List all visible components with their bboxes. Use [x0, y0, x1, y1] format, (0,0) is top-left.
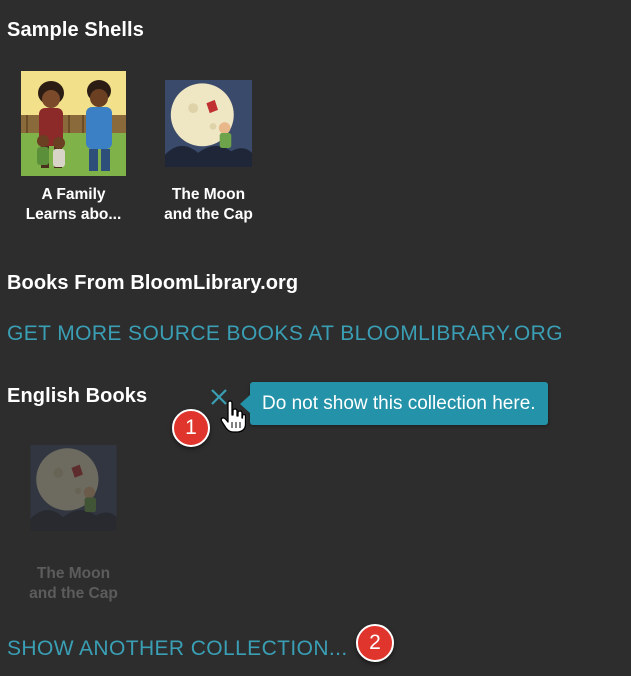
book-thumbnail [21, 71, 126, 176]
hand-cursor-icon [220, 400, 247, 434]
get-more-source-books-link[interactable]: GET MORE SOURCE BOOKS AT BLOOMLIBRARY.OR… [7, 322, 563, 346]
callout-badge-2: 2 [356, 624, 394, 662]
bloom-library-heading: Books From BloomLibrary.org [7, 272, 299, 294]
book-thumbnail [156, 71, 261, 176]
collections-panel: Sample Shells A Family Learns abo... The… [0, 0, 631, 676]
book-title: The Moon and the Cap [29, 565, 118, 602]
book-title: The Moon and the Cap [164, 186, 253, 223]
book-family[interactable]: A Family Learns abo... [11, 71, 136, 225]
show-another-collection-link[interactable]: SHOW ANOTHER COLLECTION... [7, 637, 348, 661]
english-books-heading: English Books [7, 385, 148, 407]
sample-shells-heading: Sample Shells [7, 19, 144, 41]
book-title: A Family Learns abo... [25, 186, 122, 223]
book-moon-cap[interactable]: The Moon and the Cap [146, 71, 271, 225]
hide-collection-tooltip: Do not show this collection here. [240, 382, 548, 425]
book-thumbnail [21, 445, 126, 550]
callout-badge-1: 1 [172, 409, 210, 447]
book-moon-cap-faded[interactable]: The Moon and the Cap [11, 445, 136, 604]
